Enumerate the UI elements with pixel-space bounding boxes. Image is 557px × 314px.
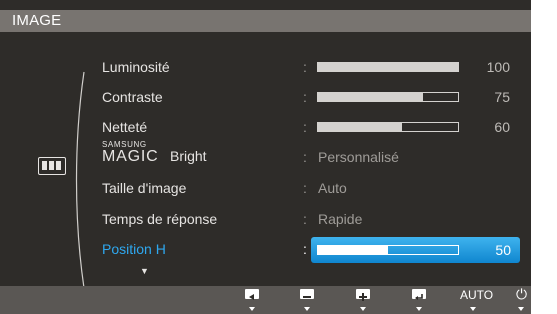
menu-item-contrast[interactable]: Contraste xyxy=(102,88,163,106)
menu-item-sharpness[interactable]: Netteté xyxy=(102,118,147,136)
separator: : xyxy=(303,89,307,105)
left-arrow-icon xyxy=(245,289,259,300)
separator: : xyxy=(303,211,307,227)
separator: : xyxy=(303,59,307,75)
enter-icon xyxy=(412,289,426,300)
brightness-value: 100 xyxy=(486,59,510,75)
auto-button[interactable]: AUTO xyxy=(460,288,493,302)
menu-arc-decoration xyxy=(75,71,85,289)
separator: : xyxy=(303,241,307,257)
button-indicator-icon xyxy=(470,307,476,311)
h-position-highlight[interactable]: 50 xyxy=(311,237,520,263)
bright-label: Bright xyxy=(170,148,207,164)
menu-item-response-time[interactable]: Temps de réponse xyxy=(102,210,217,228)
magic-label: MAGIC xyxy=(102,148,159,165)
picture-menu-icon xyxy=(38,157,66,175)
image-size-value: Auto xyxy=(318,180,347,196)
title-bar xyxy=(0,10,531,32)
sharpness-value: 60 xyxy=(494,119,510,135)
button-indicator-icon xyxy=(518,307,524,311)
menu-title: IMAGE xyxy=(12,12,62,29)
osd-menu: IMAGE Luminosité : 100 Contraste : 75 Ne… xyxy=(0,0,557,314)
button-indicator-icon xyxy=(360,307,366,311)
menu-item-h-position[interactable]: Position H xyxy=(102,240,166,258)
button-indicator-icon xyxy=(249,307,255,311)
h-position-slider-fill xyxy=(318,246,388,254)
h-position-value: 50 xyxy=(495,242,511,258)
sharpness-slider-fill xyxy=(318,123,402,131)
button-bar xyxy=(0,286,531,314)
separator: : xyxy=(303,180,307,196)
separator: : xyxy=(303,149,307,165)
contrast-value: 75 xyxy=(494,89,510,105)
minus-icon xyxy=(300,289,314,299)
h-position-slider[interactable] xyxy=(317,245,459,255)
magic-bright-value: Personnalisé xyxy=(318,149,399,165)
contrast-slider-fill xyxy=(318,93,423,101)
osd-panel: IMAGE Luminosité : 100 Contraste : 75 Ne… xyxy=(0,0,531,314)
button-indicator-icon xyxy=(304,307,310,311)
menu-item-brightness[interactable]: Luminosité xyxy=(102,58,170,76)
menu-item-image-size[interactable]: Taille d'image xyxy=(102,179,186,197)
plus-icon xyxy=(356,289,370,301)
power-icon[interactable]: ⏻ xyxy=(516,286,527,303)
button-indicator-icon xyxy=(416,307,422,311)
separator: : xyxy=(303,119,307,135)
more-items-arrow-icon: ▼ xyxy=(140,266,149,276)
response-time-value: Rapide xyxy=(318,211,363,227)
